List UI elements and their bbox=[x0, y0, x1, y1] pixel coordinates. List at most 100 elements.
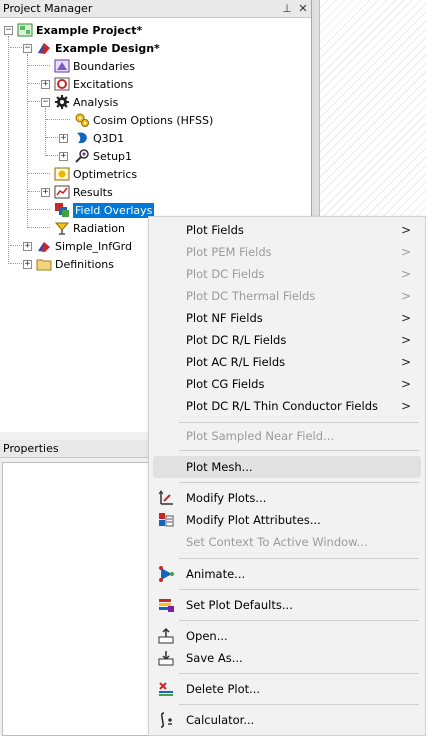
plot-defaults-icon bbox=[157, 596, 175, 614]
field-overlays-icon bbox=[54, 202, 70, 218]
menu-item-delete-plot[interactable]: Delete Plot... bbox=[153, 678, 421, 700]
tree-item-label: Simple_InfGrd bbox=[55, 239, 132, 253]
tree-item-label: Cosim Options (HFSS) bbox=[93, 113, 214, 127]
tree-item-excitations[interactable]: Excitations bbox=[54, 75, 133, 93]
chevron-right-icon: > bbox=[400, 289, 411, 303]
animate-icon bbox=[157, 565, 175, 583]
tree-item-simple-infgrd[interactable]: Simple_InfGrd bbox=[36, 237, 132, 255]
tree-item-label: Q3D1 bbox=[93, 131, 125, 145]
menu-separator bbox=[179, 422, 419, 423]
plot-attributes-icon bbox=[157, 511, 175, 529]
save-icon bbox=[157, 649, 175, 667]
collapse-toggle[interactable]: − bbox=[4, 26, 13, 35]
menu-item-modify-plots[interactable]: Modify Plots... bbox=[153, 487, 421, 509]
tree-item-field-overlays[interactable]: Field Overlays bbox=[54, 201, 155, 219]
collapse-toggle[interactable]: − bbox=[41, 98, 50, 107]
tree-item-label: Setup1 bbox=[93, 149, 133, 163]
context-menu: Plot Fields > Plot PEM Fields > Plot DC … bbox=[148, 216, 426, 736]
gear-icon bbox=[54, 94, 70, 110]
tree-item-radiation[interactable]: Radiation bbox=[54, 219, 125, 237]
tree-item-label: Definitions bbox=[55, 257, 114, 271]
expand-toggle[interactable]: + bbox=[59, 134, 68, 143]
chevron-right-icon: > bbox=[400, 333, 411, 347]
tree-item-q3d1[interactable]: Q3D1 bbox=[74, 129, 124, 147]
chevron-right-icon: > bbox=[400, 223, 411, 237]
menu-separator bbox=[179, 482, 419, 483]
tree-item-analysis[interactable]: Analysis bbox=[54, 93, 118, 111]
menu-item-plot-cg-fields[interactable]: Plot CG Fields > bbox=[153, 373, 421, 395]
tree-item-example-project[interactable]: Example Project* bbox=[17, 21, 142, 39]
chevron-right-icon: > bbox=[400, 399, 411, 413]
chevron-right-icon: > bbox=[400, 245, 411, 259]
menu-item-set-context-to-active-window: Set Context To Active Window... bbox=[186, 535, 368, 549]
collapse-toggle[interactable]: − bbox=[23, 44, 32, 53]
folder-icon bbox=[36, 256, 52, 272]
menu-item-calculator[interactable]: Calculator... bbox=[153, 709, 421, 731]
design-icon bbox=[36, 40, 52, 56]
calculator-icon bbox=[157, 711, 175, 729]
chevron-right-icon: > bbox=[400, 355, 411, 369]
gears-icon bbox=[74, 112, 90, 128]
chevron-right-icon: > bbox=[400, 267, 411, 281]
expand-toggle[interactable]: + bbox=[23, 242, 32, 251]
menu-item-plot-nf-fields[interactable]: Plot NF Fields > bbox=[153, 307, 421, 329]
expand-toggle[interactable]: + bbox=[41, 188, 50, 197]
project-manager-header: Project Manager ⊥ ✕ bbox=[0, 0, 311, 18]
menu-item-open[interactable]: Open... bbox=[153, 625, 421, 647]
radiation-icon bbox=[54, 220, 70, 236]
q3d-icon bbox=[74, 130, 90, 146]
expand-toggle[interactable]: + bbox=[41, 80, 50, 89]
optimetrics-icon bbox=[54, 166, 70, 182]
excitations-icon bbox=[54, 76, 70, 92]
setup-icon bbox=[74, 148, 90, 164]
menu-item-plot-dc-rl-thin-conductor-fields[interactable]: Plot DC R/L Thin Conductor Fields > bbox=[153, 395, 421, 417]
tree-item-boundaries[interactable]: Boundaries bbox=[54, 57, 135, 75]
tree-item-label: Boundaries bbox=[73, 59, 136, 73]
tree-item-results[interactable]: Results bbox=[54, 183, 113, 201]
menu-item-set-plot-defaults[interactable]: Set Plot Defaults... bbox=[153, 594, 421, 616]
chevron-right-icon: > bbox=[400, 377, 411, 391]
project-icon bbox=[17, 22, 33, 38]
tree-item-label: Example Design* bbox=[55, 41, 160, 55]
tree-item-label: Excitations bbox=[73, 77, 134, 91]
menu-separator bbox=[179, 558, 419, 559]
tree-item-example-design[interactable]: Example Design* bbox=[36, 39, 160, 57]
menu-item-plot-mesh[interactable]: Plot Mesh... bbox=[153, 456, 421, 478]
menu-item-plot-dc-rl-fields[interactable]: Plot DC R/L Fields > bbox=[153, 329, 421, 351]
menu-separator bbox=[179, 673, 419, 674]
tree-item-setup1[interactable]: Setup1 bbox=[74, 147, 132, 165]
menu-separator bbox=[179, 704, 419, 705]
tree-item-label: Field Overlays bbox=[73, 202, 155, 218]
modify-plots-icon bbox=[157, 489, 175, 507]
tree-item-optimetrics[interactable]: Optimetrics bbox=[54, 165, 137, 183]
results-icon bbox=[54, 184, 70, 200]
menu-item-plot-fields[interactable]: Plot Fields > bbox=[153, 219, 421, 241]
expand-toggle[interactable]: + bbox=[23, 260, 32, 269]
menu-item-animate[interactable]: Animate... bbox=[153, 563, 421, 585]
pin-icon[interactable]: ⊥ bbox=[279, 1, 295, 17]
menu-item-plot-pem-fields: Plot PEM Fields > bbox=[186, 245, 411, 259]
boundaries-icon bbox=[54, 58, 70, 74]
tree-item-label: Analysis bbox=[73, 95, 119, 109]
menu-item-plot-ac-rl-fields[interactable]: Plot AC R/L Fields > bbox=[153, 351, 421, 373]
tree-item-label: Optimetrics bbox=[73, 167, 138, 181]
close-icon[interactable]: ✕ bbox=[295, 1, 311, 17]
tree-item-label: Radiation bbox=[73, 221, 125, 235]
menu-item-save-as[interactable]: Save As... bbox=[153, 647, 421, 669]
menu-item-plot-sampled-near-field: Plot Sampled Near Field... bbox=[186, 429, 335, 443]
tree-item-label: Example Project* bbox=[36, 23, 143, 37]
chevron-right-icon: > bbox=[400, 311, 411, 325]
tree-item-cosim-options[interactable]: Cosim Options (HFSS) bbox=[74, 111, 213, 129]
menu-separator bbox=[179, 620, 419, 621]
expand-toggle[interactable]: + bbox=[59, 152, 68, 161]
panel-title: Project Manager bbox=[3, 2, 93, 15]
delete-plot-icon bbox=[157, 680, 175, 698]
menu-separator bbox=[179, 589, 419, 590]
menu-separator bbox=[179, 450, 419, 451]
open-icon bbox=[157, 627, 175, 645]
tree-item-definitions[interactable]: Definitions bbox=[36, 255, 114, 273]
menu-item-plot-dc-thermal-fields: Plot DC Thermal Fields > bbox=[186, 289, 411, 303]
design-icon bbox=[36, 238, 52, 254]
menu-item-modify-plot-attributes[interactable]: Modify Plot Attributes... bbox=[153, 509, 421, 531]
tree-item-label: Results bbox=[73, 185, 113, 199]
